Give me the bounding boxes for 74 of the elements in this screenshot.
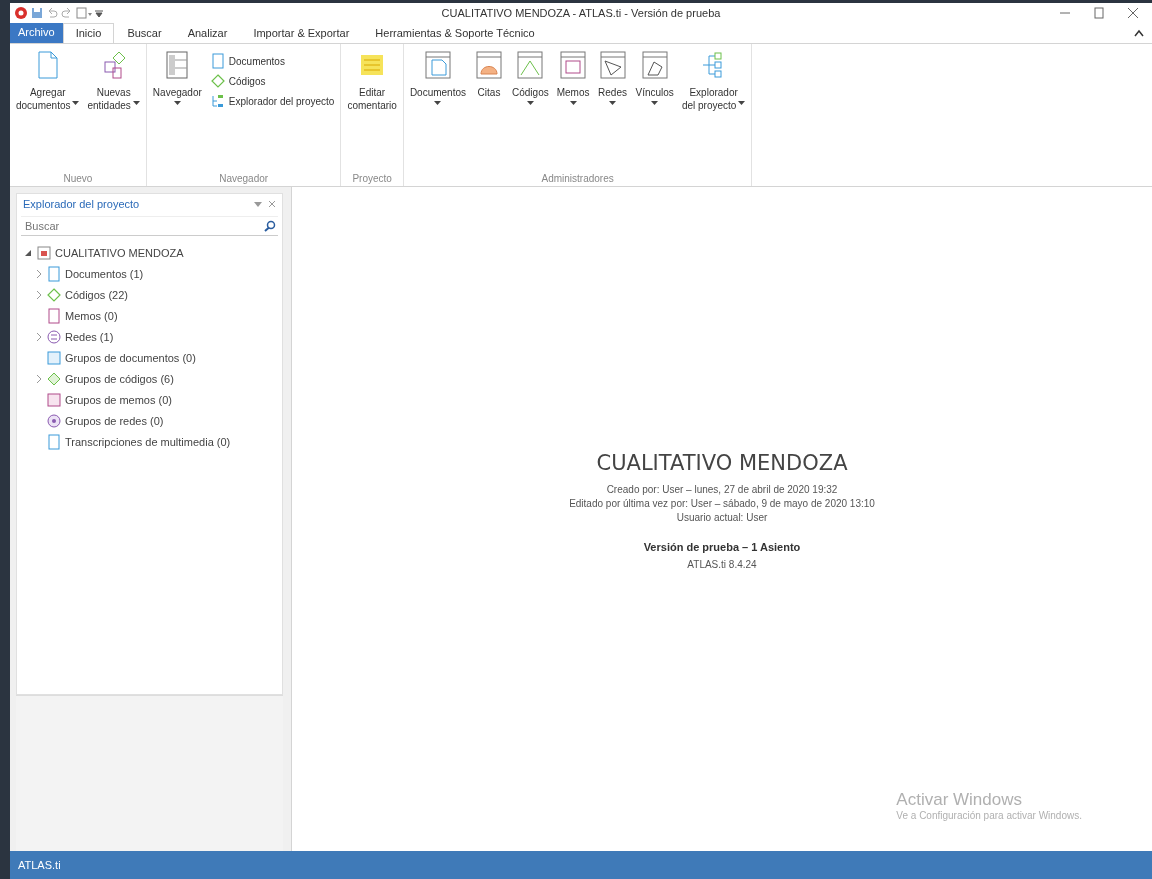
window-title: CUALITATIVO MENDOZA - ATLAS.ti - Versión de prueba [440,7,722,19]
ribbon-button[interactable]: Agregar documentos [14,48,82,114]
tree-icon [209,93,226,109]
tree-item[interactable]: Transcripciones de multimedia (0) [65,435,231,448]
tree-item[interactable]: CUALITATIVO MENDOZA [55,246,184,259]
tree-item[interactable]: Documentos (1) [65,267,144,280]
ribbon-button[interactable]: Códigos [207,72,337,90]
tree-item[interactable]: Redes (1) [65,330,114,343]
version-text: ATLAS.ti 8.4.24 [687,558,757,572]
ribbon-button[interactable]: Códigos [510,48,551,114]
close-icon[interactable] [268,200,276,208]
network-group-icon [46,412,62,429]
customize-caret-icon[interactable] [95,9,103,17]
project-name: CUALITATIVO MENDOZA [596,451,848,475]
group-label: Administradores [540,173,615,184]
document-manager-icon [422,50,453,80]
ribbon-button[interactable]: Documentos [207,52,337,70]
ribbon-tab[interactable]: Importar & Exportar [240,23,363,43]
memo-manager-icon [558,50,589,80]
network-manager-icon [597,50,628,80]
group-label: Navegador [218,173,270,184]
diamond-icon [46,286,62,303]
ribbon-button[interactable]: Documentos [407,48,468,114]
ribbon-tab[interactable]: Analizar [174,23,241,43]
link-manager-icon [639,50,670,80]
app-logo-icon [14,6,28,20]
ribbon-button[interactable]: Redes [595,48,630,114]
project-detail: Usuario actual: User [676,511,768,525]
document-icon [46,265,62,282]
project-detail: Creado por: User – lunes, 27 de abril de 2020 19:32 [606,483,838,497]
document-group-icon [46,349,62,366]
dropdown-caret-icon[interactable] [254,200,262,208]
ribbon-button[interactable]: Memos [554,48,592,114]
file-tab[interactable]: Archivo [10,23,63,43]
quotation-manager-icon [474,50,504,80]
ribbon-tab[interactable]: Buscar [114,23,175,43]
group-label: Proyecto [351,173,393,184]
ribbon-button[interactable]: Nuevas entidades [85,48,142,114]
ribbon-button[interactable]: Vínculos [633,48,676,114]
project-detail: Editado por última vez por: User – sábado, 9 de mayo de 2020 13:10 [569,497,875,511]
ribbon-button[interactable]: Explorador del proyecto [207,92,337,110]
status-text: ATLAS.ti [18,859,61,871]
tree-item[interactable]: Códigos (22) [65,288,128,301]
search-field[interactable]: Buscar [23,219,264,233]
redo-icon[interactable] [61,7,73,19]
project-icon [36,244,52,261]
tree-item[interactable]: Grupos de documentos (0) [65,351,196,364]
collapse-ribbon-icon[interactable] [1134,29,1144,37]
save-icon[interactable] [31,7,43,19]
search-icon[interactable] [264,220,276,232]
code-manager-icon [515,50,546,80]
undo-icon[interactable] [46,7,58,19]
ribbon-button[interactable]: Navegador [150,48,204,114]
activation-title: Activar Windows [896,790,1023,810]
tree-item[interactable]: Grupos de memos (0) [65,393,172,406]
memo-group-icon [46,391,62,408]
license-text: Versión de prueba – 1 Asiento [643,541,801,553]
document-icon [209,53,226,69]
ribbon-button[interactable]: Editar comentario [345,48,399,114]
ribbon-tab[interactable]: Herramientas & Soporte Técnico [362,23,548,43]
diamond-icon [209,73,226,89]
tree-item[interactable]: Memos (0) [65,309,118,322]
ribbon-button[interactable]: Explorador del proyecto [679,48,748,114]
tree-item[interactable]: Grupos de códigos (6) [65,372,174,385]
ribbon-tab[interactable]: Inicio [62,23,115,43]
memo-icon [46,307,62,324]
panel-title: Explorador del proyecto [23,198,140,210]
ribbon-button[interactable]: Citas [472,48,506,101]
code-group-icon [46,370,62,387]
network-icon [46,328,62,345]
tree-item[interactable]: Grupos de redes (0) [65,414,164,427]
document-icon [46,433,62,450]
activation-text: Ve a Configuración para activar Windows. [896,810,1082,821]
group-label: Nuevo [62,173,94,184]
